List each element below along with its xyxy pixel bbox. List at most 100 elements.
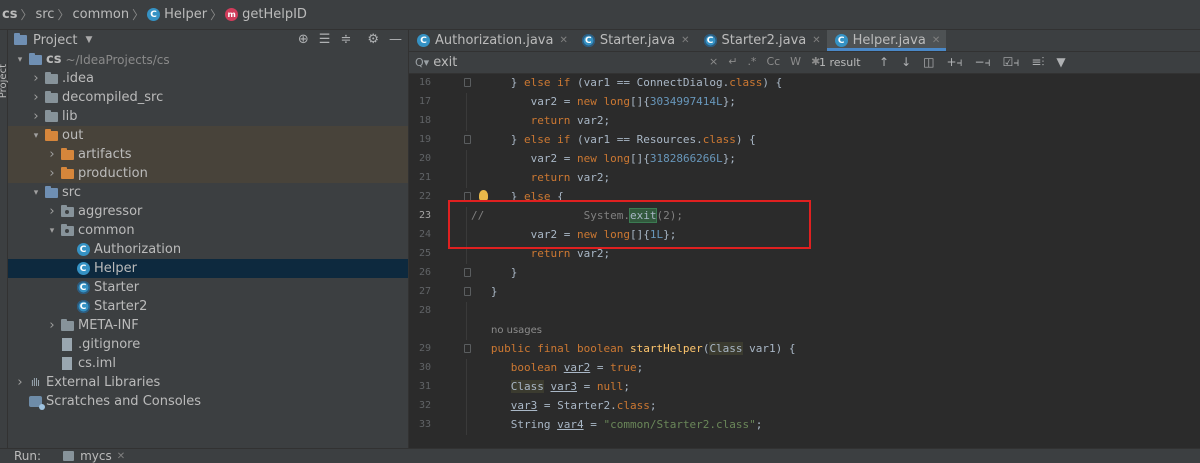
fold-marker-icon[interactable]: [464, 287, 471, 296]
project-panel-title[interactable]: Project: [33, 33, 77, 48]
breadcrumb-item-project[interactable]: cs: [2, 7, 17, 22]
close-icon[interactable]: ✕: [117, 451, 125, 462]
expand-all-icon[interactable]: ☰: [319, 32, 331, 47]
caret-down-icon[interactable]: ▼: [85, 35, 92, 45]
breadcrumb-item-method[interactable]: m getHelpID: [225, 7, 307, 22]
code-line[interactable]: no usages: [409, 321, 1200, 340]
chevron-down-icon[interactable]: ▾: [30, 188, 42, 198]
code-line[interactable]: 31 Class var3 = null;: [409, 378, 1200, 397]
match-case-toggle[interactable]: Cc: [766, 55, 780, 68]
fold-marker-icon[interactable]: [464, 78, 471, 87]
line-number: 31: [418, 381, 431, 392]
chevron-down-icon[interactable]: ▾: [30, 131, 42, 141]
multiline-icon[interactable]: ≡⫶: [1031, 55, 1044, 70]
tree-item[interactable]: › META-INF: [8, 316, 408, 335]
code-line[interactable]: 27 }: [409, 283, 1200, 302]
fold-marker-icon[interactable]: [464, 344, 471, 353]
chevron-right-icon[interactable]: ›: [46, 204, 58, 219]
excluded-folder-icon: [60, 166, 74, 181]
arrow-up-icon[interactable]: ↑: [879, 55, 889, 70]
tree-item[interactable]: cs.iml: [8, 354, 408, 373]
breadcrumb-item-common[interactable]: common: [72, 7, 129, 22]
chevron-down-icon[interactable]: ▾: [46, 226, 58, 236]
tree-item[interactable]: › .idea: [8, 69, 408, 88]
tree-item[interactable]: ▾ src: [8, 183, 408, 202]
editor-tab[interactable]: C Helper.java ✕: [826, 30, 947, 51]
chevron-down-icon[interactable]: ▾: [14, 55, 26, 65]
close-tab-icon[interactable]: ✕: [559, 35, 567, 46]
fold-marker-icon[interactable]: [464, 135, 471, 144]
arrow-down-icon[interactable]: ↓: [901, 55, 911, 70]
editor-tab[interactable]: C Starter2.java ✕: [696, 30, 827, 51]
tree-item[interactable]: ▾ out: [8, 126, 408, 145]
code-text: var3 = Starter2.class;: [510, 399, 657, 412]
chevron-right-icon[interactable]: ›: [30, 109, 42, 124]
chevron-right-icon[interactable]: ›: [46, 318, 58, 333]
indent-guide: [466, 302, 467, 321]
clear-search-icon[interactable]: ×: [709, 55, 718, 68]
breadcrumb-item-helper[interactable]: C Helper: [147, 7, 207, 22]
editor-tab[interactable]: C Authorization.java ✕: [409, 30, 574, 51]
chevron-right-icon[interactable]: ›: [46, 166, 58, 181]
find-bar: Q▾ exit × ↵ .* Cc W ✱ 1 result ↑ ↓ ◫ +⫞ …: [409, 52, 1200, 74]
run-tab[interactable]: mycs ✕: [63, 449, 125, 463]
tree-item[interactable]: › ıllı External Libraries: [8, 373, 408, 392]
tree-item[interactable]: › production: [8, 164, 408, 183]
select-all-icon[interactable]: ☑⫞: [1003, 55, 1020, 70]
tree-item[interactable]: C Starter2: [8, 297, 408, 316]
tree-item[interactable]: Scratches and Consoles: [8, 392, 408, 411]
chevron-right-icon[interactable]: ›: [46, 147, 58, 162]
code-area[interactable]: 16 } else if (var1 == ConnectDialog.clas…: [409, 74, 1200, 448]
tree-item[interactable]: ▾ common: [8, 221, 408, 240]
code-line[interactable]: 33 String var4 = "common/Starter2.class"…: [409, 416, 1200, 435]
code-line[interactable]: 28: [409, 302, 1200, 321]
close-tab-icon[interactable]: ✕: [681, 35, 689, 46]
chevron-right-icon[interactable]: ›: [30, 71, 42, 86]
code-text: return var2;: [530, 171, 611, 184]
highlight-box: [448, 200, 811, 249]
add-selection-icon[interactable]: +⫞: [946, 55, 962, 70]
breadcrumb-item-src[interactable]: src: [35, 7, 54, 22]
tree-item[interactable]: C Starter: [8, 278, 408, 297]
hide-icon[interactable]: —: [389, 32, 402, 47]
tree-item[interactable]: .gitignore: [8, 335, 408, 354]
new-line-icon[interactable]: ↵: [728, 55, 737, 68]
code-line[interactable]: 16 } else if (var1 == ConnectDialog.clas…: [409, 74, 1200, 93]
code-line[interactable]: 30 boolean var2 = true;: [409, 359, 1200, 378]
remove-selection-icon[interactable]: −⫞: [975, 55, 991, 70]
tree-item-label: Starter: [94, 280, 140, 295]
close-tab-icon[interactable]: ✕: [932, 35, 940, 46]
tree-item[interactable]: C Authorization: [8, 240, 408, 259]
gear-icon[interactable]: ⚙: [367, 32, 379, 47]
line-number: 20: [418, 153, 431, 164]
chevron-right-icon[interactable]: ›: [30, 90, 42, 105]
code-text: } else if (var1 == Resources.class) {: [471, 133, 756, 146]
regex-toggle-icon[interactable]: .*: [747, 55, 756, 68]
code-line[interactable]: 21 return var2;: [409, 169, 1200, 188]
tree-item[interactable]: › lib: [8, 107, 408, 126]
tree-item[interactable]: › decompiled_src: [8, 88, 408, 107]
code-line[interactable]: 18 return var2;: [409, 112, 1200, 131]
editor-tab[interactable]: C Starter.java ✕: [574, 30, 696, 51]
tree-item[interactable]: › artifacts: [8, 145, 408, 164]
code-line[interactable]: 32 var3 = Starter2.class;: [409, 397, 1200, 416]
whole-words-toggle[interactable]: W: [790, 55, 801, 68]
collapse-all-icon[interactable]: ≑: [340, 32, 351, 47]
fold-marker-icon[interactable]: [464, 268, 471, 277]
excluded-folder-icon: [44, 128, 58, 143]
code-line[interactable]: 29 public final boolean startHelper(Clas…: [409, 340, 1200, 359]
code-line[interactable]: 26 }: [409, 264, 1200, 283]
code-line[interactable]: 17 var2 = new long[]{3034997414L};: [409, 93, 1200, 112]
select-all-occurrences-icon[interactable]: ◫: [923, 55, 934, 70]
code-line[interactable]: 20 var2 = new long[]{3182866266L};: [409, 150, 1200, 169]
locate-icon[interactable]: ⊕: [298, 32, 309, 47]
filter-icon[interactable]: ▼: [1056, 55, 1065, 70]
chevron-right-icon[interactable]: ›: [14, 375, 26, 390]
line-number: 24: [418, 229, 431, 240]
tree-item[interactable]: C Helper: [8, 259, 408, 278]
tree-item[interactable]: › aggressor: [8, 202, 408, 221]
tree-item[interactable]: ▾ cs ~/IdeaProjects/cs: [8, 50, 408, 69]
close-tab-icon[interactable]: ✕: [812, 35, 820, 46]
code-line[interactable]: 19 } else if (var1 == Resources.class) {: [409, 131, 1200, 150]
line-number: 32: [418, 400, 431, 411]
